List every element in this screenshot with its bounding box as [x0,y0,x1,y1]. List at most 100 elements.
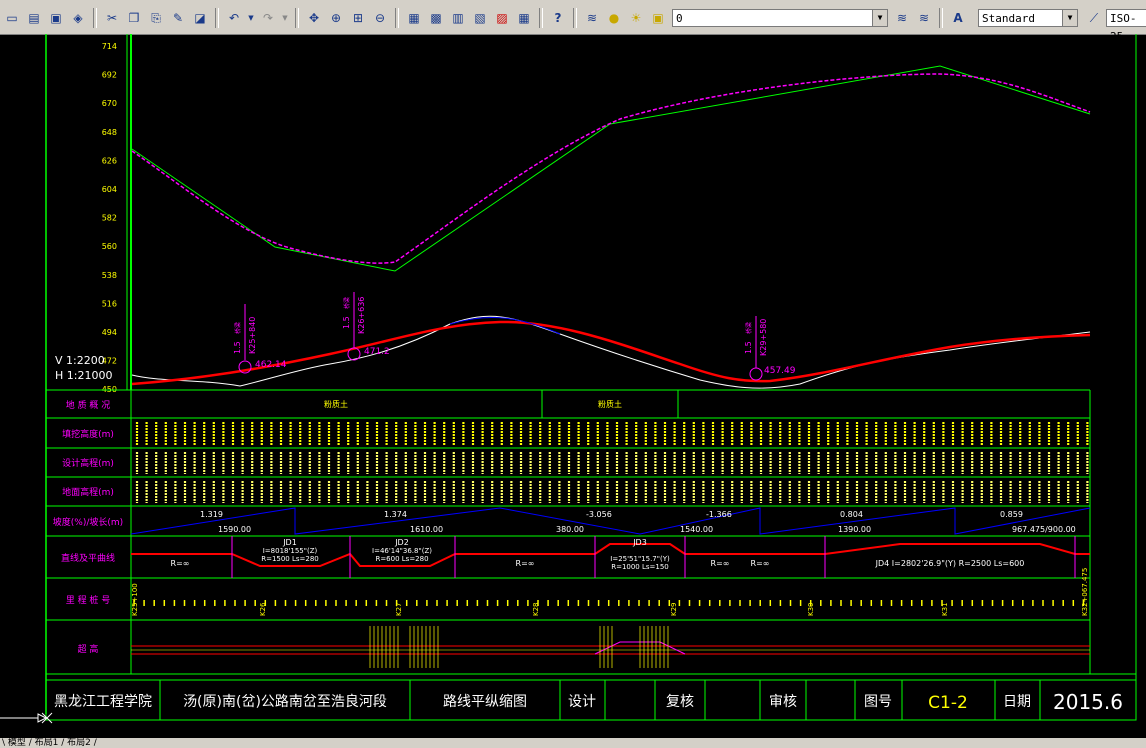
institute-name: 黑龙江工程学院 [54,694,152,710]
match-properties-icon[interactable]: ✎ [168,8,188,28]
curve-detail: R=1500 Ls=280 [261,555,319,563]
slope-bottom: 1610.00 [410,525,443,534]
help-icon[interactable]: ? [548,8,568,28]
station-label: K30 [807,603,815,617]
y-tick-label: 604 [102,185,117,194]
stations-row: K25+100 K26 K27 K28 K29 K30 K31 K32+067.475 [131,568,1089,616]
drawing-no: C1-2 [928,693,968,713]
cut-icon[interactable]: ✂ [102,8,122,28]
horizontal-scale: H 1:21000 [55,369,112,382]
zoom-realtime-icon[interactable]: ⊕ [326,8,346,28]
dim-style-icon[interactable]: ⟋ [1084,8,1104,28]
dim-style-dropdown[interactable]: ISO-25 [1106,9,1146,43]
date-label: 日期 [1003,694,1031,710]
title-block: 黑龙江工程学院 汤(原)南(岔)公路南岔至浩良河段 路线平纵缩图 设计 复核 审… [45,679,1137,721]
curve-detail: I=25'51"15.7"(Y) [610,555,670,563]
curve-detail: R=1000 Ls=150 [611,563,669,571]
design-line [131,320,1091,386]
design-center-icon[interactable]: ▩ [426,8,446,28]
copy-icon[interactable]: ❐ [124,8,144,28]
new-file-icon[interactable]: ▭ [2,8,22,28]
layout-tabs-text: \ 模型 / 布局1 / 布局2 / [2,738,97,748]
station-label: K27 [395,603,403,617]
slope-top: 0.859 [1000,510,1023,519]
station-label: K29 [670,603,678,617]
calculator-icon[interactable]: ▦ [514,8,534,28]
point-label: 471.2 [364,347,390,357]
row-labels: 地 质 概 况 填挖高度(m) 设计高程(m) 地面高程(m) 坡度(%)/坡长… [53,399,123,655]
y-tick-label: 626 [102,156,117,165]
chevron-down-icon[interactable]: ▼ [1062,10,1077,26]
curve-label: JD4 I=2802'26.9"(Y) R=2500 Ls=600 [875,559,1025,568]
layer-previous-icon[interactable]: ≋ [892,8,912,28]
y-axis-ticks: 714692670648626604582560538516494472450 [102,42,117,394]
layer-states-icon[interactable]: ≋ [914,8,934,28]
curve-detail: R=600 Ls=280 [375,555,428,563]
row-label-stations: 里 程 桩 号 [66,594,111,606]
curve-label: JD1 [282,538,297,547]
date-value: 2015.6 [1053,690,1123,714]
bridge-label: 桥梁 [745,322,753,334]
curve-detail: I=8018'155"(Z) [263,547,318,555]
text-style-icon[interactable]: A [948,8,968,28]
plan-alignment-magenta [131,73,1091,264]
drawing-canvas[interactable]: 714692670648626604582560538516494472450 … [0,34,1146,738]
undo-dropdown-icon[interactable]: ▼ [246,8,256,28]
row-label-design-elev: 设计高程(m) [62,457,114,469]
curves-row: R=∞ JD1 I=8018'155"(Z) R=1500 Ls=280 JD2… [131,536,1090,578]
text-style-value: Standard [982,12,1035,25]
row-label-curves: 直线及平曲线 [61,552,115,564]
row-label-slope: 坡度(%)/坡长(m) [53,516,123,528]
vertical-scale: V 1:2200 [55,354,105,367]
slope-bottom: 1390.00 [838,525,871,534]
open-file-icon[interactable]: ▤ [24,8,44,28]
zoom-previous-icon[interactable]: ⊖ [370,8,390,28]
sheet-set-icon[interactable]: ▧ [470,8,490,28]
undo-icon[interactable]: ↶ [224,8,244,28]
paste-icon[interactable]: ⎘ [146,8,166,28]
station-label: K28 [532,603,540,617]
slope-top: 0.804 [840,510,863,519]
drawing-name: 路线平纵缩图 [443,694,527,710]
redo-dropdown-icon[interactable]: ▼ [280,8,290,28]
elevation-number-columns [135,422,1089,503]
point-marker [749,367,763,381]
layer-dropdown[interactable]: 0 ▼ [672,9,888,27]
curve-label: R=∞ [711,559,730,568]
zoom-window-icon[interactable]: ⊞ [348,8,368,28]
save-icon[interactable]: ▣ [46,8,66,28]
layer-lock-icon[interactable]: ▣ [648,8,668,28]
slope-bottom: 967.475/900.00 [1012,525,1076,534]
tool-palettes-icon[interactable]: ▥ [448,8,468,28]
layer-manager-icon[interactable]: ≋ [582,8,602,28]
bridge-label: 桥梁 [234,322,242,334]
layout-tabs[interactable]: \ 模型 / 布局1 / 布局2 / [0,738,1146,748]
bridge-label: K25+840 [248,317,257,354]
y-tick-label: 692 [102,71,117,80]
y-tick-label: 670 [102,99,117,108]
pan-icon[interactable]: ✥ [304,8,324,28]
slope-bottom: 380.00 [556,525,584,534]
slope-row: 1.319 1590.00 1.374 1610.00 -3.056 380.0… [130,507,1091,535]
bridge-label: 1.5 [744,341,753,354]
station-label: K25+100 [131,583,139,616]
y-tick-label: 582 [102,214,117,223]
ucs-icon [0,712,53,724]
bridge-label: 桥梁 [343,297,351,309]
layer-on-icon[interactable]: ● [604,8,624,28]
row-label-geology: 地 质 概 况 [66,399,111,411]
bridge-label: 1.5 [342,316,351,329]
approve-label: 审核 [769,694,797,710]
slope-top: 1.319 [200,510,223,519]
block-editor-icon[interactable]: ◪ [190,8,210,28]
geology-cell: 粉质土 [598,399,622,409]
y-tick-label: 494 [102,328,117,337]
plot-icon[interactable]: ◈ [68,8,88,28]
text-style-dropdown[interactable]: Standard ▼ [978,9,1078,27]
layer-freeze-icon[interactable]: ☀ [626,8,646,28]
redo-icon[interactable]: ↷ [258,8,278,28]
y-tick-label: 648 [102,128,117,137]
chevron-down-icon[interactable]: ▼ [872,10,887,26]
properties-icon[interactable]: ▦ [404,8,424,28]
markup-icon[interactable]: ▨ [492,8,512,28]
